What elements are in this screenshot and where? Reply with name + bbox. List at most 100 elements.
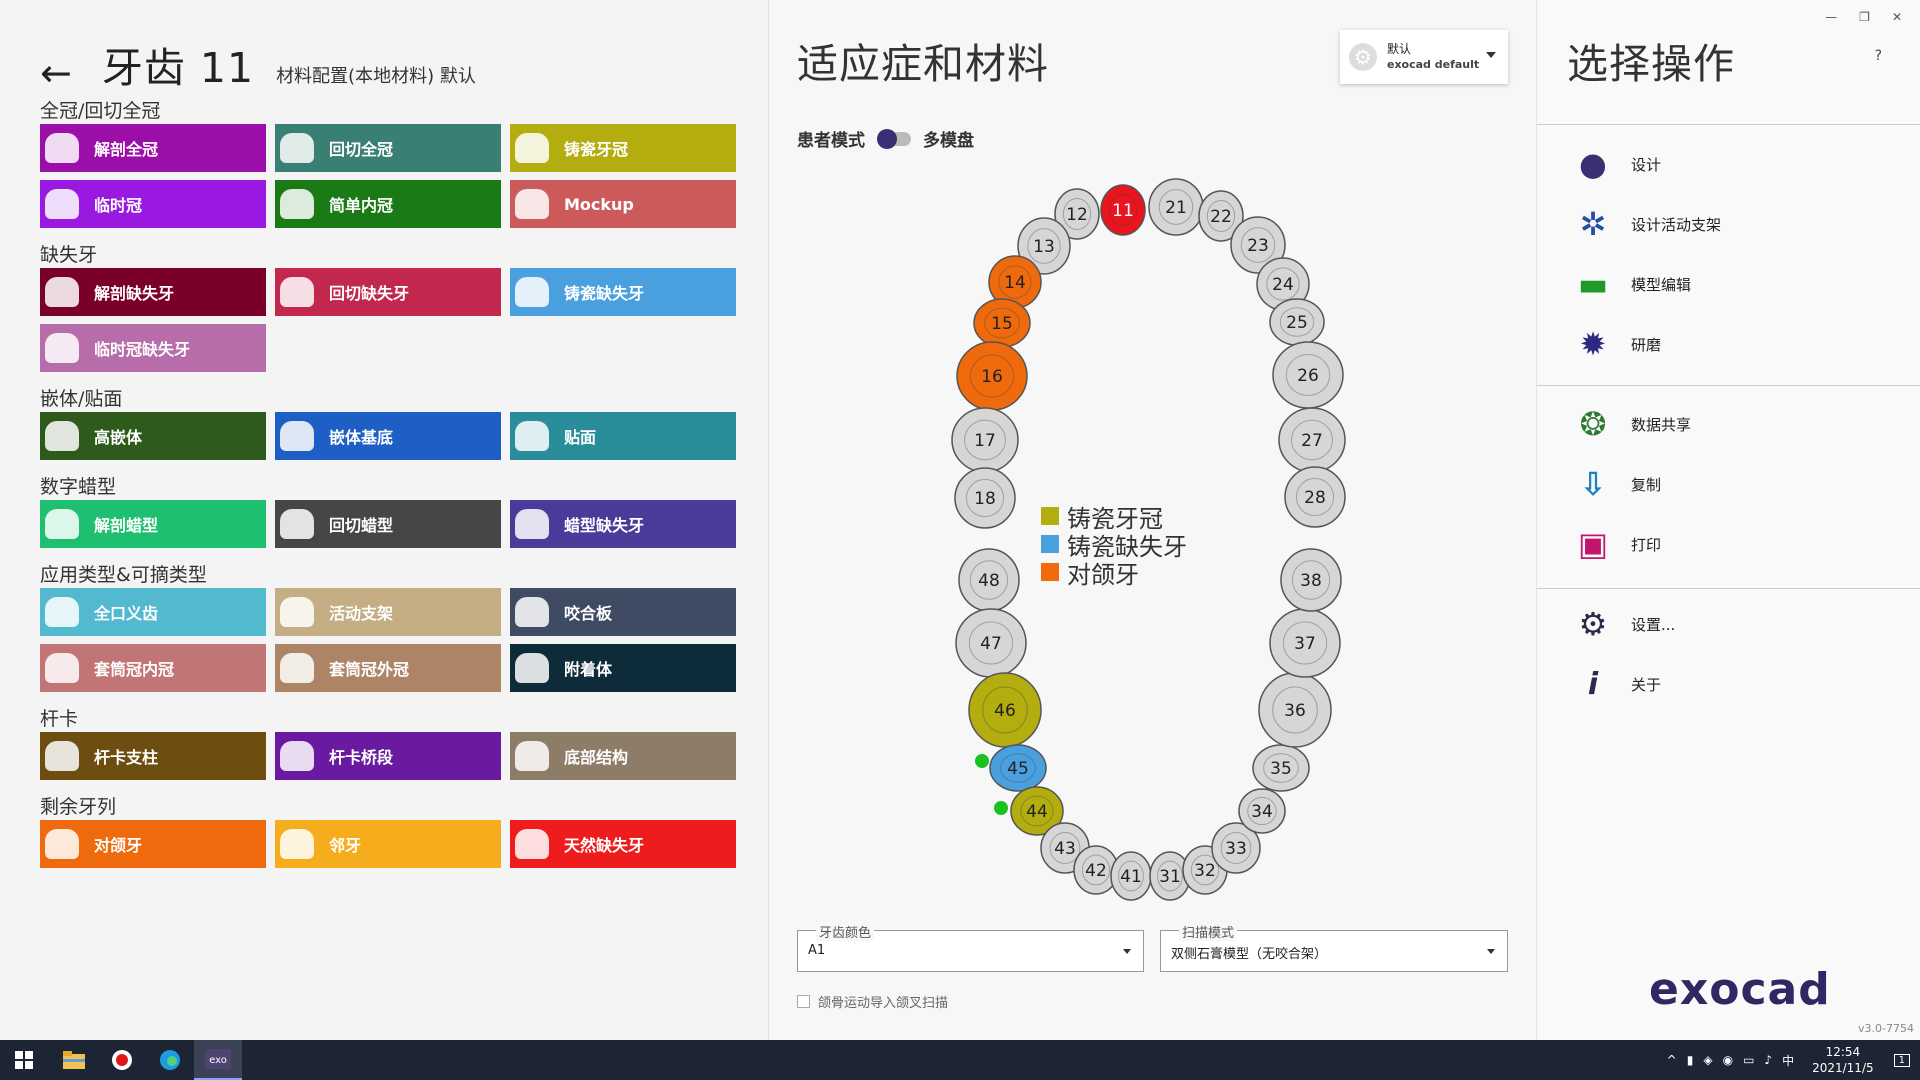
material-button-label: 解剖缺失牙 (94, 284, 175, 303)
tooth-type-icon (275, 412, 319, 460)
tooth-47[interactable]: 47 (955, 608, 1027, 678)
tooth-number: 43 (1054, 839, 1076, 859)
minimize-icon[interactable]: — (1825, 10, 1837, 24)
material-button-label: 套筒冠内冠 (94, 660, 175, 679)
scan-mode-value: 双侧石膏模型（无咬合架） (1171, 947, 1328, 962)
material-button[interactable]: 咬合板 (510, 588, 736, 636)
tooth-27[interactable]: 27 (1278, 407, 1346, 473)
material-button-label: 底部结构 (564, 748, 629, 767)
tooth-16[interactable]: 16 (956, 341, 1028, 411)
material-button[interactable]: 回切缺失牙 (275, 268, 501, 316)
material-button[interactable]: 套筒冠外冠 (275, 644, 501, 692)
material-button-label: 回切缺失牙 (329, 284, 410, 303)
material-button[interactable]: 嵌体基底 (275, 412, 501, 460)
tooth-21[interactable]: 21 (1148, 178, 1204, 236)
material-button[interactable]: 临时冠 (40, 180, 266, 228)
material-button[interactable]: 附着体 (510, 644, 736, 692)
tooth-11[interactable]: 11 (1100, 184, 1146, 236)
material-button[interactable]: 临时冠缺失牙 (40, 324, 266, 372)
ime-indicator[interactable]: 中 (1782, 1052, 1794, 1069)
material-button[interactable]: 解剖蜡型 (40, 500, 266, 548)
action-item[interactable]: ⇩ 复制 (1573, 462, 1893, 506)
tooth-35[interactable]: 35 (1252, 744, 1310, 792)
tooth-15[interactable]: 15 (973, 298, 1031, 348)
tooth-18[interactable]: 18 (954, 467, 1016, 529)
tooth-25[interactable]: 25 (1269, 298, 1325, 346)
action-label: 复制 (1631, 475, 1662, 494)
tooth-41[interactable]: 41 (1110, 851, 1152, 901)
tooth-38[interactable]: 38 (1280, 548, 1342, 612)
tooth-color-select[interactable]: 牙齿颜色 A1 (797, 922, 1144, 972)
milling-icon: ✹ (1579, 325, 1607, 363)
action-item[interactable]: ✲ 设计活动支架 (1573, 202, 1893, 246)
action-label: 关于 (1631, 675, 1662, 694)
material-button[interactable]: 贴面 (510, 412, 736, 460)
material-button[interactable]: 铸瓷缺失牙 (510, 268, 736, 316)
material-button[interactable]: 邻牙 (275, 820, 501, 868)
notification-icon[interactable]: 1 (1893, 1053, 1910, 1067)
material-button[interactable]: 解剖缺失牙 (40, 268, 266, 316)
material-button[interactable]: 底部结构 (510, 732, 736, 780)
window-controls: — ❐ ✕ (1825, 10, 1902, 24)
tooth-type-icon (510, 732, 554, 780)
close-icon[interactable]: ✕ (1892, 10, 1902, 24)
jaw-motion-checkbox[interactable] (797, 995, 810, 1008)
tooth-37[interactable]: 37 (1269, 608, 1341, 678)
exocad-taskbar-icon[interactable]: exo (194, 1040, 242, 1080)
jaw-motion-checkbox-row[interactable]: 颌骨运动导入颌叉扫描 (797, 992, 948, 1011)
material-button[interactable]: 蜡型缺失牙 (510, 500, 736, 548)
material-button[interactable]: 杆卡支柱 (40, 732, 266, 780)
material-button[interactable]: 铸瓷牙冠 (510, 124, 736, 172)
action-item[interactable]: i 关于 (1573, 662, 1893, 706)
tooth-45[interactable]: 45 (989, 744, 1047, 792)
material-button[interactable]: 回切全冠 (275, 124, 501, 172)
network-icon[interactable]: ▭ (1743, 1053, 1754, 1067)
back-arrow-icon[interactable]: ← (40, 51, 72, 95)
tooth-46[interactable]: 46 (968, 672, 1042, 748)
material-button[interactable]: 简单内冠 (275, 180, 501, 228)
scan-mode-select[interactable]: 扫描模式 双侧石膏模型（无咬合架） (1160, 922, 1508, 972)
tooth-number: 13 (1033, 237, 1055, 257)
volume-icon[interactable]: ♪ (1764, 1053, 1772, 1067)
clock[interactable]: 12:54 2021/11/5 (1812, 1044, 1874, 1076)
tooth-34[interactable]: 34 (1238, 788, 1286, 834)
usb-icon[interactable]: ▮ (1687, 1053, 1694, 1067)
tooth-36[interactable]: 36 (1258, 672, 1332, 748)
file-explorer-icon[interactable] (50, 1040, 98, 1080)
material-button[interactable]: 全口义齿 (40, 588, 266, 636)
bridge-connector-dot[interactable] (994, 801, 1008, 815)
help-icon[interactable]: ? (1875, 48, 1882, 64)
material-button[interactable]: 高嵌体 (40, 412, 266, 460)
tooth-26[interactable]: 26 (1272, 341, 1344, 409)
material-button[interactable]: 天然缺失牙 (510, 820, 736, 868)
tooth-number: 42 (1085, 861, 1107, 881)
material-button[interactable]: 对颌牙 (40, 820, 266, 868)
windows-start-icon[interactable] (0, 1040, 48, 1080)
material-button[interactable]: 解剖全冠 (40, 124, 266, 172)
action-item[interactable]: ✹ 研磨 (1573, 322, 1893, 366)
security-icon[interactable]: ◈ (1703, 1053, 1712, 1067)
system-tray: ^ ▮ ◈ ◉ ▭ ♪ 中 12:54 2021/11/5 1 (1667, 1040, 1910, 1080)
action-item[interactable]: ● 设计 (1573, 142, 1893, 186)
material-button[interactable]: 活动支架 (275, 588, 501, 636)
tooth-17[interactable]: 17 (951, 407, 1019, 473)
material-button-label: 简单内冠 (329, 196, 394, 215)
tooth-28[interactable]: 28 (1284, 466, 1346, 528)
network-status-icon[interactable]: ◉ (1723, 1053, 1733, 1067)
material-button[interactable]: 套筒冠内冠 (40, 644, 266, 692)
data-share-icon: ❂ (1579, 405, 1607, 443)
tooth-48[interactable]: 48 (958, 548, 1020, 612)
action-item[interactable]: ⚙ 设置... (1573, 602, 1893, 646)
material-button[interactable]: Mockup (510, 180, 736, 228)
material-button[interactable]: 杆卡桥段 (275, 732, 501, 780)
action-item[interactable]: ▣ 打印 (1573, 522, 1893, 566)
material-button-label: 杆卡桥段 (329, 748, 394, 767)
chevron-up-icon[interactable]: ^ (1667, 1053, 1677, 1067)
restore-icon[interactable]: ❐ (1859, 10, 1870, 24)
edge-browser-icon[interactable] (146, 1040, 194, 1080)
bridge-connector-dot[interactable] (975, 754, 989, 768)
material-button[interactable]: 回切蜡型 (275, 500, 501, 548)
recorder-icon[interactable] (98, 1040, 146, 1080)
action-item[interactable]: ❂ 数据共享 (1573, 402, 1893, 446)
action-item[interactable]: ▬ 模型编辑 (1573, 262, 1893, 306)
